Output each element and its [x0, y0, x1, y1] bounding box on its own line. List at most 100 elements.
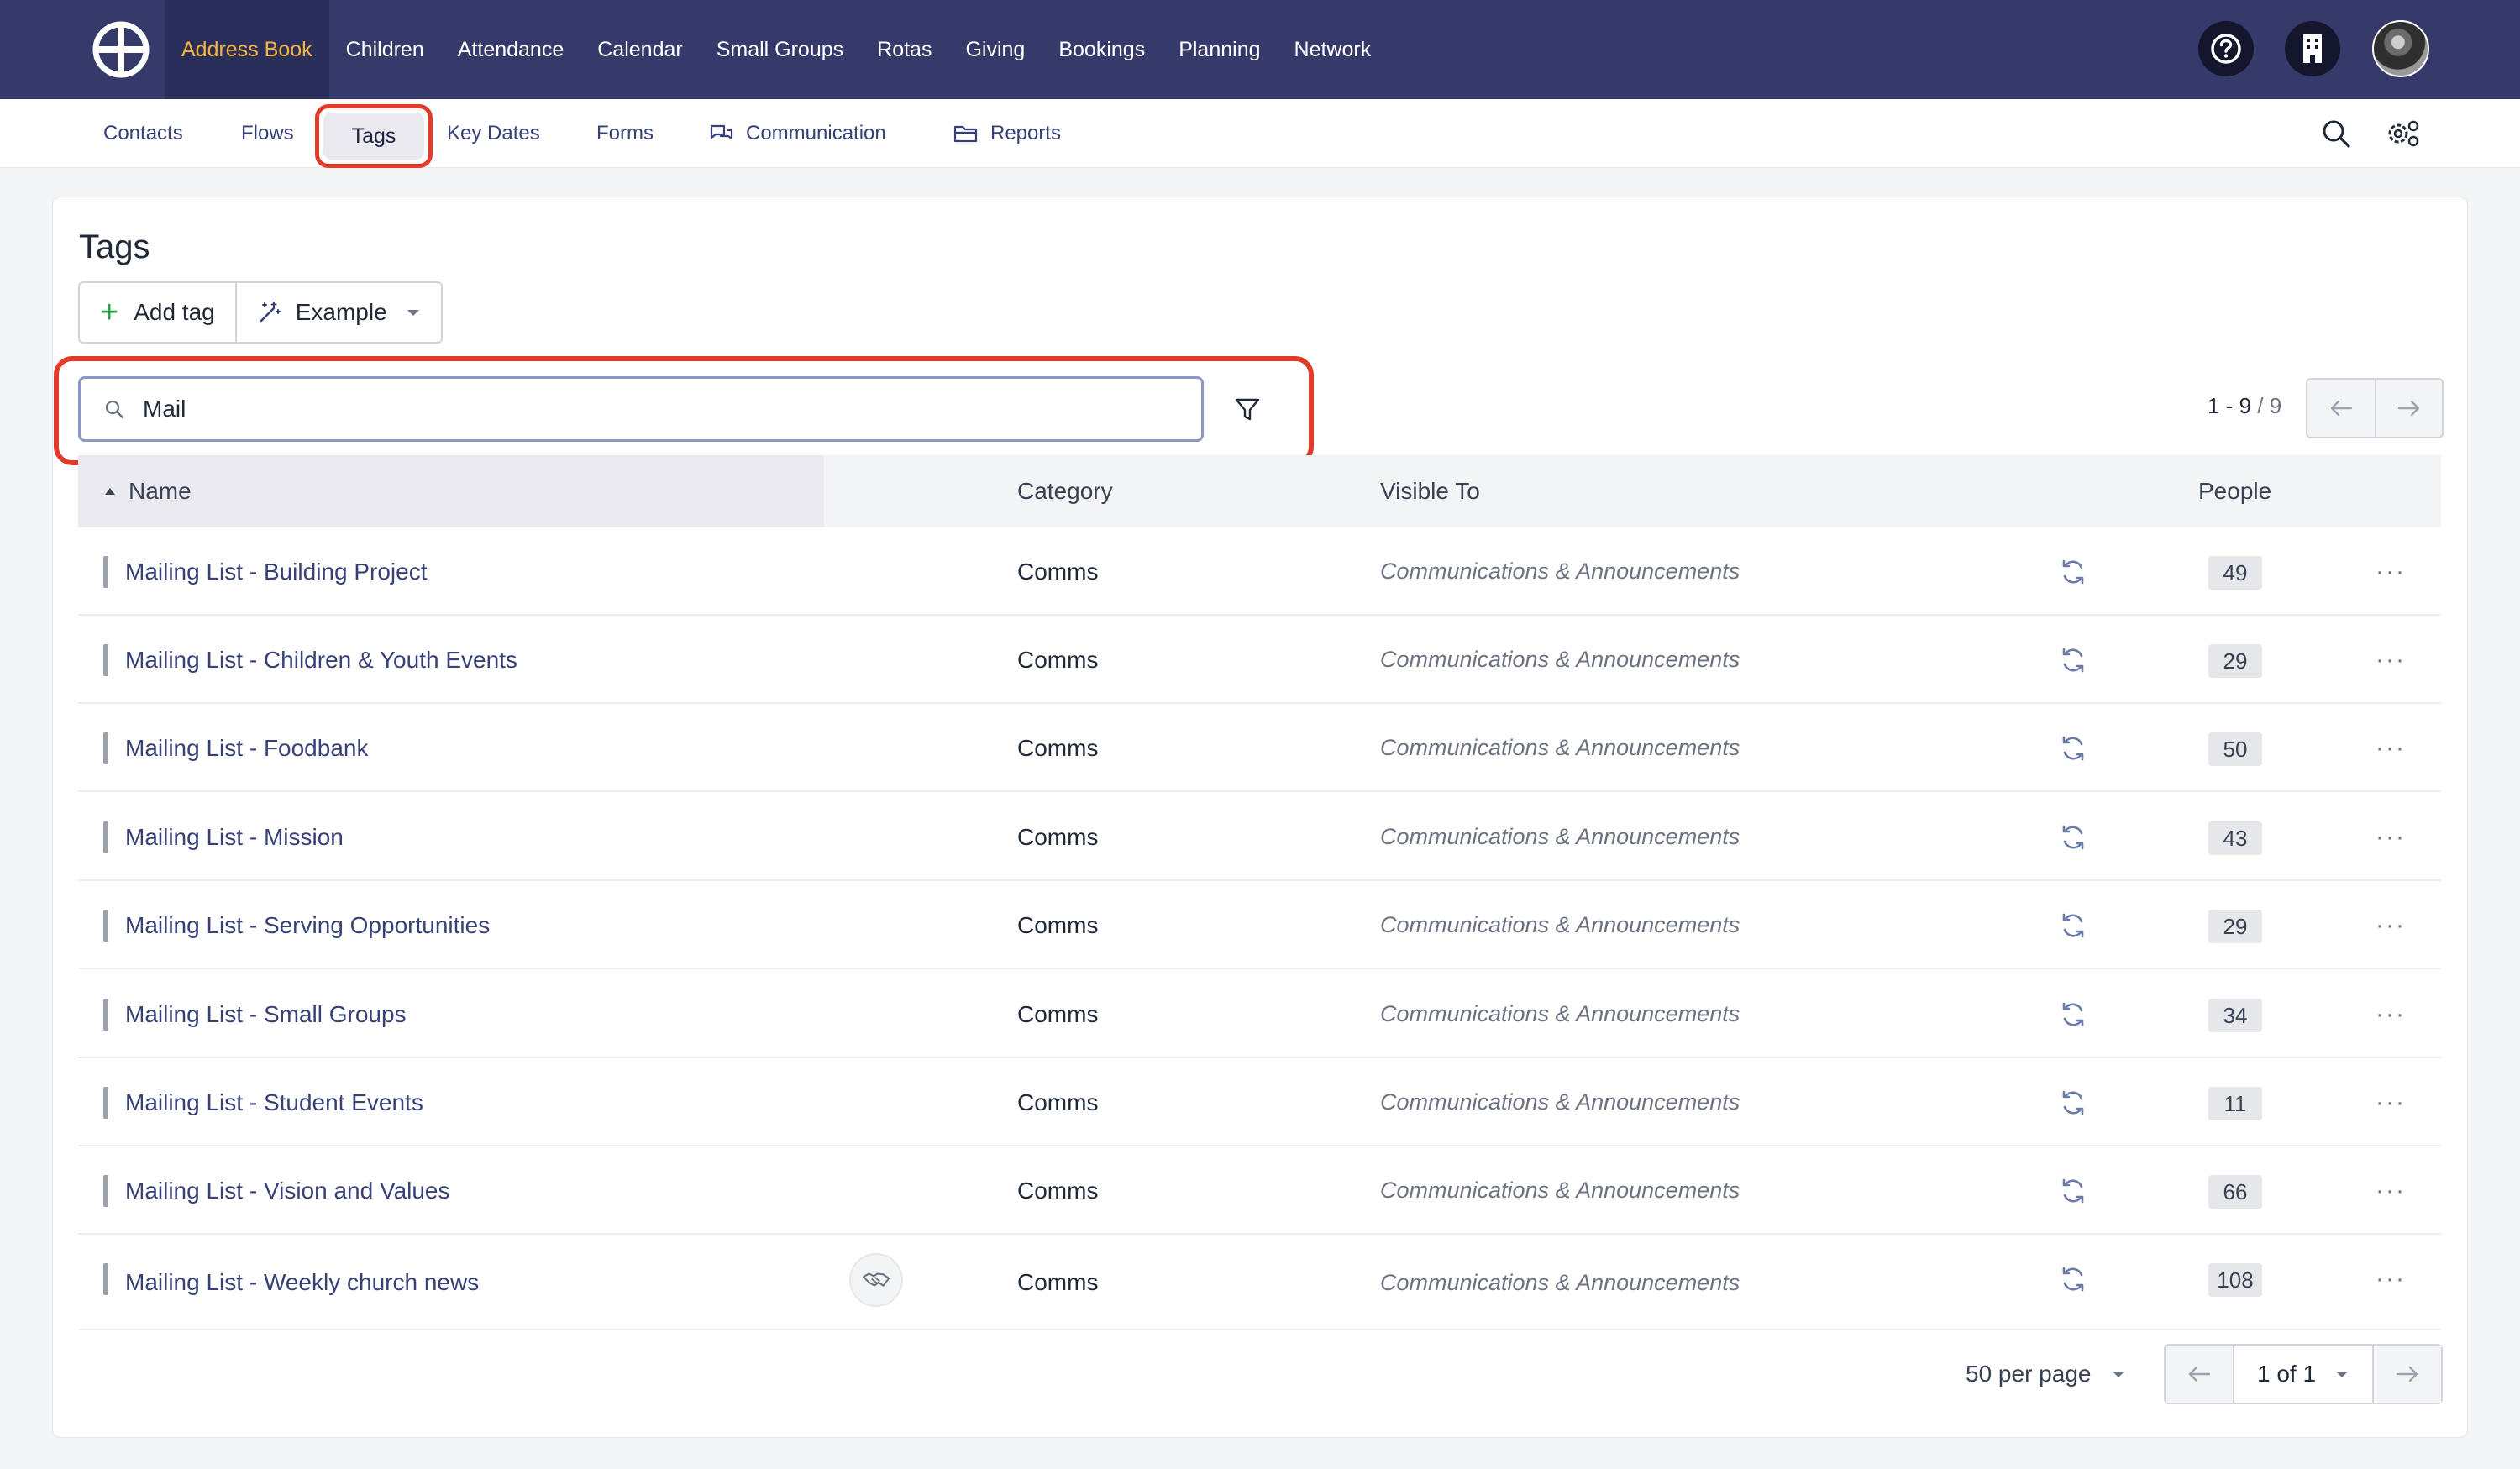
- page-number-select[interactable]: 1 of 1: [2233, 1346, 2374, 1403]
- sync-icon[interactable]: [2059, 1089, 2087, 1117]
- nav-giving[interactable]: Giving: [948, 0, 1042, 99]
- table-row[interactable]: Mailing List - Children & Youth Events Co…: [78, 616, 2441, 704]
- search-input[interactable]: [143, 396, 1151, 422]
- subnav-tags[interactable]: Tags: [323, 113, 424, 160]
- help-icon[interactable]: [2198, 21, 2254, 76]
- sync-icon[interactable]: [2059, 734, 2087, 763]
- tag-name-link[interactable]: Mailing List - Children & Youth Events: [125, 616, 517, 704]
- search-icon: [105, 400, 124, 419]
- more-options-icon[interactable]: ···: [2374, 1265, 2407, 1293]
- nav-bookings[interactable]: Bookings: [1042, 0, 1162, 99]
- nav-children[interactable]: Children: [329, 0, 441, 99]
- people-count-badge[interactable]: 66: [2208, 1175, 2262, 1209]
- nav-attendance[interactable]: Attendance: [441, 0, 581, 99]
- nav-network[interactable]: Network: [1278, 0, 1389, 99]
- tag-name-link[interactable]: Mailing List - Mission: [125, 793, 344, 881]
- people-count-badge[interactable]: 50: [2208, 732, 2262, 766]
- subnav-key-dates[interactable]: Key Dates: [447, 99, 540, 168]
- people-count-badge[interactable]: 34: [2208, 999, 2262, 1032]
- filter-icon[interactable]: [1228, 393, 1267, 427]
- table-row[interactable]: Mailing List - Serving Opportunities Comm…: [78, 881, 2441, 969]
- tag-name-link[interactable]: Mailing List - Student Events: [125, 1058, 423, 1146]
- church-logo-icon[interactable]: [92, 20, 150, 79]
- more-options-icon[interactable]: ···: [2374, 646, 2407, 674]
- bottom-prev-button[interactable]: [2166, 1346, 2233, 1403]
- sync-icon[interactable]: [2059, 911, 2087, 940]
- tag-name-link[interactable]: Mailing List - Building Project: [125, 527, 428, 616]
- per-page-select[interactable]: 50 per page: [1966, 1357, 2126, 1391]
- main-nav: Address Book Children Attendance Calenda…: [165, 0, 1388, 99]
- more-options-icon[interactable]: ···: [2374, 1177, 2407, 1204]
- tag-name-link[interactable]: Mailing List - Vision and Values: [125, 1146, 450, 1235]
- name-column-header[interactable]: Name: [103, 455, 192, 527]
- people-count-badge[interactable]: 11: [2208, 1087, 2262, 1120]
- search-icon[interactable]: [2317, 114, 2355, 153]
- table-row[interactable]: Mailing List - Building Project Comms Comm…: [78, 527, 2441, 616]
- tag-visible-to: Communications & Announcements: [1380, 1001, 1740, 1026]
- category-column-header[interactable]: Category: [1017, 455, 1113, 527]
- tag-visible-to: Communications & Announcements: [1380, 912, 1740, 937]
- caret-down-icon: [407, 310, 419, 316]
- tag-visible-to: Communications & Announcements: [1380, 1178, 1740, 1203]
- next-page-button[interactable]: [2375, 380, 2442, 437]
- people-count-badge[interactable]: 29: [2208, 910, 2262, 943]
- arrow-left-icon: [2330, 400, 2353, 417]
- more-options-icon[interactable]: ···: [2374, 734, 2407, 762]
- subnav-forms[interactable]: Forms: [596, 99, 654, 168]
- tag-visible-to: Communications & Announcements: [1380, 647, 1740, 672]
- tag-category: Comms: [1017, 823, 1099, 850]
- nav-planning[interactable]: Planning: [1162, 0, 1277, 99]
- folder-icon: [953, 125, 978, 143]
- tag-actions: + Add tag Example: [78, 281, 443, 344]
- table-row[interactable]: Mailing List - Weekly church news Comms Co…: [78, 1235, 2441, 1330]
- tag-name-link[interactable]: Mailing List - Weekly church news: [125, 1235, 479, 1330]
- sync-icon[interactable]: [2059, 646, 2087, 674]
- sync-icon[interactable]: [2059, 1177, 2087, 1205]
- tag-color-bar: [103, 999, 108, 1031]
- people-count-badge[interactable]: 49: [2208, 556, 2262, 590]
- tag-name-link[interactable]: Mailing List - Serving Opportunities: [125, 881, 490, 969]
- prev-page-button[interactable]: [2307, 380, 2375, 437]
- nav-rotas[interactable]: Rotas: [860, 0, 948, 99]
- tag-category: Comms: [1017, 558, 1099, 585]
- people-column-header[interactable]: People: [2198, 455, 2271, 527]
- example-dropdown-button[interactable]: Example: [234, 283, 441, 342]
- subnav-communication[interactable]: Communication: [709, 99, 886, 168]
- more-options-icon[interactable]: ···: [2374, 1089, 2407, 1116]
- more-options-icon[interactable]: ···: [2374, 558, 2407, 585]
- people-count-badge[interactable]: 29: [2208, 644, 2262, 678]
- table-row[interactable]: Mailing List - Student Events Comms Commun…: [78, 1058, 2441, 1146]
- tag-name-link[interactable]: Mailing List - Small Groups: [125, 970, 407, 1058]
- sync-icon[interactable]: [2059, 1000, 2087, 1029]
- people-count-badge[interactable]: 43: [2208, 821, 2262, 855]
- table-row[interactable]: Mailing List - Vision and Values Comms Com…: [78, 1146, 2441, 1235]
- visible-to-column-header[interactable]: Visible To: [1380, 455, 1480, 527]
- subnav-contacts[interactable]: Contacts: [103, 99, 183, 168]
- more-options-icon[interactable]: ···: [2374, 1000, 2407, 1028]
- sync-icon[interactable]: [2059, 823, 2087, 852]
- nav-small-groups[interactable]: Small Groups: [700, 0, 860, 99]
- subnav-reports[interactable]: Reports: [953, 99, 1061, 168]
- avatar[interactable]: [2372, 20, 2429, 77]
- nav-address-book[interactable]: Address Book: [165, 0, 329, 99]
- bottom-next-button[interactable]: [2374, 1346, 2441, 1403]
- add-tag-button[interactable]: + Add tag: [80, 283, 235, 342]
- more-options-icon[interactable]: ···: [2374, 823, 2407, 851]
- people-count-badge[interactable]: 108: [2208, 1263, 2262, 1297]
- more-options-icon[interactable]: ···: [2374, 911, 2407, 939]
- tag-name-link[interactable]: Mailing List - Foodbank: [125, 704, 368, 792]
- nav-calendar[interactable]: Calendar: [580, 0, 699, 99]
- table-row[interactable]: Mailing List - Mission Comms Communication…: [78, 793, 2441, 881]
- tag-visible-to: Communications & Announcements: [1380, 824, 1740, 849]
- building-icon[interactable]: [2285, 21, 2340, 76]
- table-row[interactable]: Mailing List - Foodbank Comms Communicatio…: [78, 704, 2441, 792]
- subnav-flows[interactable]: Flows: [241, 99, 294, 168]
- table-row[interactable]: Mailing List - Small Groups Comms Communic…: [78, 970, 2441, 1058]
- search-field[interactable]: [78, 376, 1204, 442]
- settings-icon[interactable]: [2384, 114, 2423, 153]
- magic-wand-icon: [260, 302, 281, 323]
- handshake-icon[interactable]: [849, 1253, 903, 1307]
- sync-icon[interactable]: [2059, 1265, 2087, 1293]
- sync-icon[interactable]: [2059, 558, 2087, 586]
- per-page-label: 50 per page: [1966, 1361, 2092, 1387]
